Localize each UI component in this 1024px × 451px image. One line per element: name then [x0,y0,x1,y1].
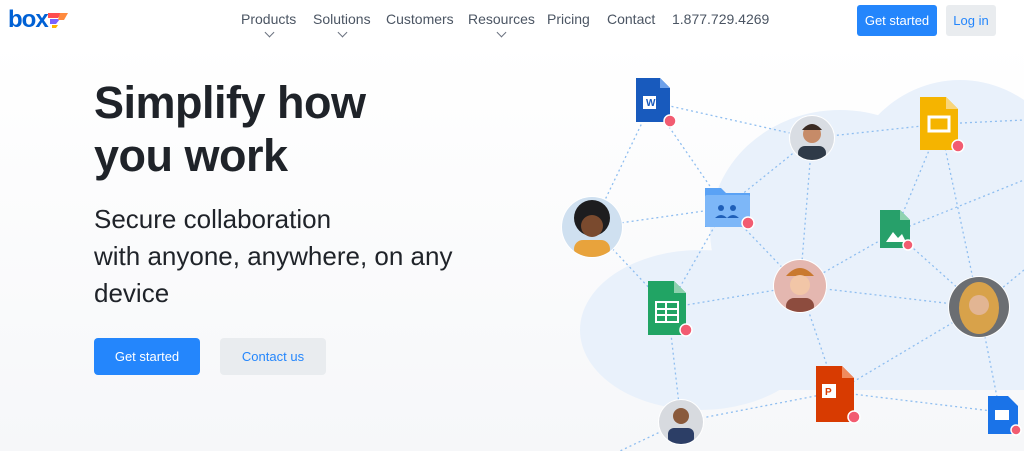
hero-get-started-button[interactable]: Get started [94,338,200,375]
nav-products[interactable]: Products [241,11,297,38]
chevron-down-icon [264,27,275,38]
svg-text:W: W [646,98,656,109]
avatar [658,399,704,445]
subhead-line-1: Secure collaboration [94,204,332,234]
nav-products-label: Products [241,11,297,27]
nav-customers[interactable]: Customers [386,11,454,27]
lock-badge-icon [951,139,965,153]
nav-contact-label: Contact [607,11,656,27]
header-get-started-button[interactable]: Get started [857,5,937,36]
word-doc-icon: W [636,78,677,128]
phone-number-link[interactable]: 1.877.729.4269 [672,11,769,27]
login-button[interactable]: Log in [946,5,996,36]
nav-customers-label: Customers [386,11,454,27]
nav-pricing-label: Pricing [547,11,590,27]
site-header: box Products Solutions Customers Resourc… [0,0,1024,40]
logo-wordmark: box [8,6,49,33]
keynote-icon [988,396,1022,436]
nav-contact[interactable]: Contact [607,11,655,27]
hero-headline: Simplify how you work [94,76,366,182]
subhead-line-3: device [94,278,170,308]
lock-badge-icon [741,216,755,230]
logo-chevron-icon [47,13,68,28]
headline-line-2: you work [94,130,288,181]
network-graphic: W P [561,78,1024,451]
avatar [561,196,623,258]
subhead-line-2: with anyone, anywhere, on any [94,241,453,271]
lock-badge-icon [847,410,861,424]
avatar [948,276,1010,338]
avatar [789,115,835,161]
nav-resources[interactable]: Resources [468,11,535,38]
shared-folder-icon [705,188,755,230]
svg-text:P: P [825,387,832,398]
headline-line-1: Simplify how [94,77,366,128]
nav-solutions-label: Solutions [313,11,371,27]
lock-badge-icon [679,323,693,337]
lock-badge-icon [1010,424,1022,436]
nav-pricing[interactable]: Pricing [547,11,590,27]
collaboration-network-illustration: W P [540,40,1024,451]
nav-resources-label: Resources [468,11,535,27]
lock-badge-icon [902,239,914,251]
contact-us-button[interactable]: Contact us [220,338,326,375]
lock-badge-icon [663,114,677,128]
nav-solutions[interactable]: Solutions [313,11,371,38]
chevron-down-icon [337,27,348,38]
chevron-down-icon [497,27,507,38]
box-logo[interactable]: box [8,6,68,33]
hero-subheadline: Secure collaboration with anyone, anywhe… [94,201,514,312]
